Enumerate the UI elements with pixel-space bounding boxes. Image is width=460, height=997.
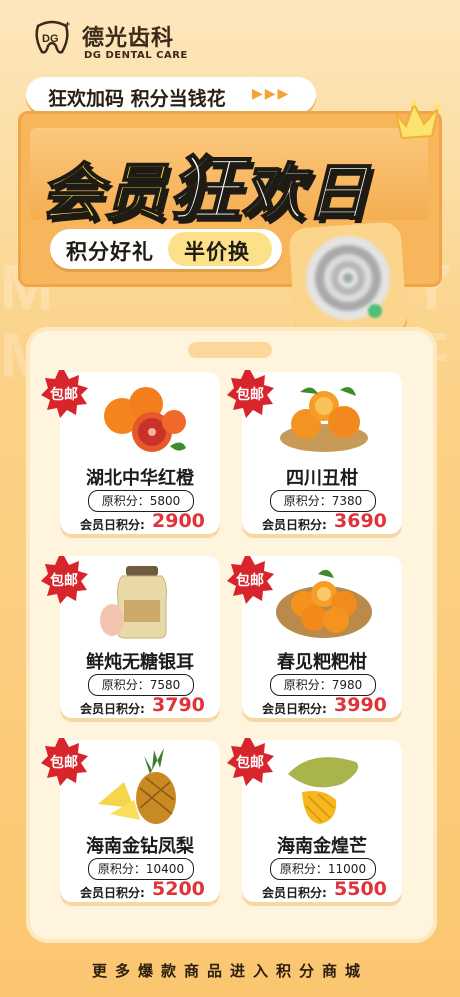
svg-text:DG: DG bbox=[42, 33, 59, 45]
original-points: 原积分：11000 bbox=[270, 858, 376, 880]
page-title: 会员狂欢日 bbox=[39, 130, 371, 235]
board-notch bbox=[188, 342, 272, 358]
title-part-2: 狂 bbox=[167, 146, 243, 232]
orig-value: 11000 bbox=[327, 862, 367, 876]
member-points-value: 2900 bbox=[152, 510, 205, 532]
free-shipping-label: 包邮 bbox=[50, 755, 78, 771]
orig-value: 7980 bbox=[331, 678, 363, 692]
member-points-label: 会员日积分: bbox=[262, 702, 327, 716]
qr-center-dot bbox=[368, 304, 382, 318]
orig-prefix: 原积分： bbox=[97, 862, 146, 876]
member-points-label: 会员日积分: bbox=[262, 886, 327, 900]
pill-right-text: 半价换 bbox=[184, 240, 250, 264]
original-points: 原积分：7980 bbox=[270, 674, 376, 696]
member-points-label: 会员日积分: bbox=[80, 518, 145, 532]
product-name: 海南金煌芒 bbox=[277, 836, 367, 857]
orig-value: 7580 bbox=[149, 678, 181, 692]
dg-logo-icon: DG + bbox=[35, 20, 70, 54]
original-points: 原积分：5800 bbox=[88, 490, 194, 512]
free-shipping-label: 包邮 bbox=[236, 755, 264, 771]
free-shipping-label: 包邮 bbox=[236, 387, 264, 403]
member-points-value: 3990 bbox=[334, 694, 387, 716]
mango-icon bbox=[288, 757, 359, 824]
orig-prefix: 原积分： bbox=[283, 678, 332, 692]
member-points-label: 会员日积分: bbox=[262, 518, 327, 532]
product-name: 湖北中华红橙 bbox=[86, 468, 194, 489]
orig-value: 5800 bbox=[149, 494, 181, 508]
member-points-value: 3790 bbox=[152, 694, 205, 716]
footer-cta[interactable]: 更多爆款商品进入积分商城 bbox=[0, 960, 460, 981]
original-points: 原积分：7380 bbox=[270, 490, 376, 512]
orig-prefix: 原积分： bbox=[283, 494, 332, 508]
brand-name-en: DG DENTAL CARE bbox=[84, 50, 188, 61]
original-points: 原积分：7580 bbox=[88, 674, 194, 696]
orig-prefix: 原积分： bbox=[279, 862, 328, 876]
tremella-jar-icon bbox=[100, 566, 167, 639]
orig-value: 7380 bbox=[331, 494, 363, 508]
svg-text:+: + bbox=[65, 20, 70, 29]
member-points-value: 5500 bbox=[334, 878, 387, 900]
arrows-icon: ▶▶▶ bbox=[252, 86, 291, 102]
orig-value: 10400 bbox=[145, 862, 185, 876]
orig-prefix: 原积分： bbox=[101, 494, 150, 508]
red-orange-icon bbox=[104, 387, 186, 452]
member-points-value: 5200 bbox=[152, 878, 205, 900]
tangor-basket-icon bbox=[276, 569, 372, 638]
member-points-label: 会员日积分: bbox=[80, 886, 145, 900]
free-shipping-label: 包邮 bbox=[50, 387, 78, 403]
ugly-tangerine-icon bbox=[280, 387, 368, 452]
product-name: 春见粑粑柑 bbox=[277, 652, 367, 673]
orig-prefix: 原积分： bbox=[101, 678, 150, 692]
free-shipping-label: 包邮 bbox=[236, 573, 264, 589]
product-name: 鲜炖无糖银耳 bbox=[86, 652, 194, 673]
brand-name: 德光齿科 bbox=[82, 26, 175, 51]
pineapple-icon bbox=[98, 748, 176, 824]
original-points: 原积分：10400 bbox=[88, 858, 194, 880]
product-name: 四川丑柑 bbox=[286, 468, 358, 489]
pill-left-text: 积分好礼 bbox=[66, 240, 154, 264]
title-part-3: 欢日 bbox=[241, 155, 371, 230]
member-points-value: 3690 bbox=[334, 510, 387, 532]
slogan-text: 狂欢加码 积分当钱花 bbox=[48, 88, 226, 110]
crown-icon bbox=[395, 100, 441, 140]
member-points-label: 会员日积分: bbox=[80, 702, 145, 716]
product-name: 海南金钻凤梨 bbox=[86, 836, 194, 857]
free-shipping-label: 包邮 bbox=[50, 573, 78, 589]
title-part-1: 会员 bbox=[39, 155, 169, 230]
